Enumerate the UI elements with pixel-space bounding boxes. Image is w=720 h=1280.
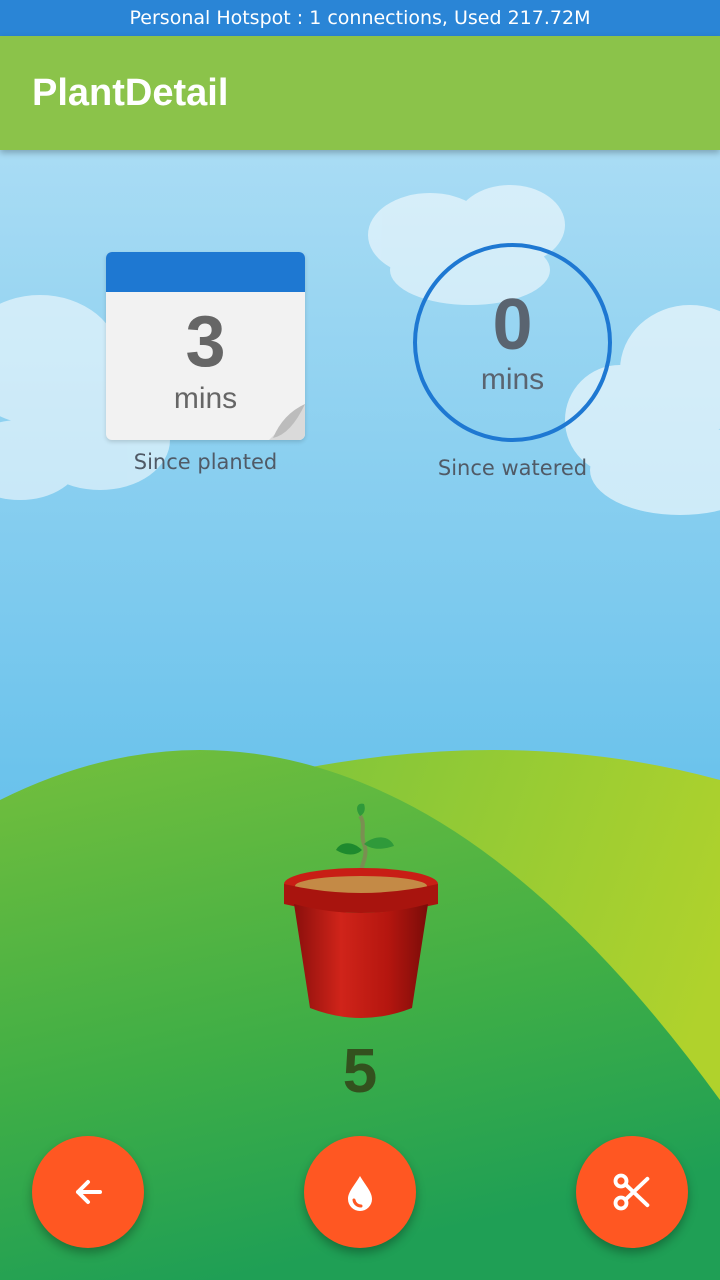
- days-since-planted-calendar: 3 mins: [106, 252, 305, 440]
- page-curl-icon: [269, 404, 305, 440]
- prune-button[interactable]: [576, 1136, 688, 1248]
- status-bar-text: Personal Hotspot : 1 connections, Used 2…: [129, 7, 591, 29]
- watered-unit: mins: [480, 363, 545, 396]
- since-watered-timer: 0 mins: [413, 243, 612, 442]
- page-title: PlantDetail: [32, 72, 229, 114]
- calendar-header: [106, 252, 305, 292]
- water-drop-icon: [348, 1176, 372, 1211]
- since-watered-label: Since watered: [437, 456, 588, 480]
- plant-count: 5: [342, 1037, 378, 1106]
- since-planted-label: Since planted: [133, 450, 278, 474]
- planted-value: 3: [185, 302, 226, 382]
- potted-plant-image: [284, 803, 438, 1018]
- back-button[interactable]: [32, 1136, 144, 1248]
- arrow-left-icon: [76, 1180, 102, 1204]
- scissors-icon: [613, 1173, 650, 1211]
- water-button[interactable]: [304, 1136, 416, 1248]
- status-bar: Personal Hotspot : 1 connections, Used 2…: [0, 0, 720, 36]
- app-bar: PlantDetail: [0, 36, 720, 150]
- watered-value: 0: [492, 285, 533, 365]
